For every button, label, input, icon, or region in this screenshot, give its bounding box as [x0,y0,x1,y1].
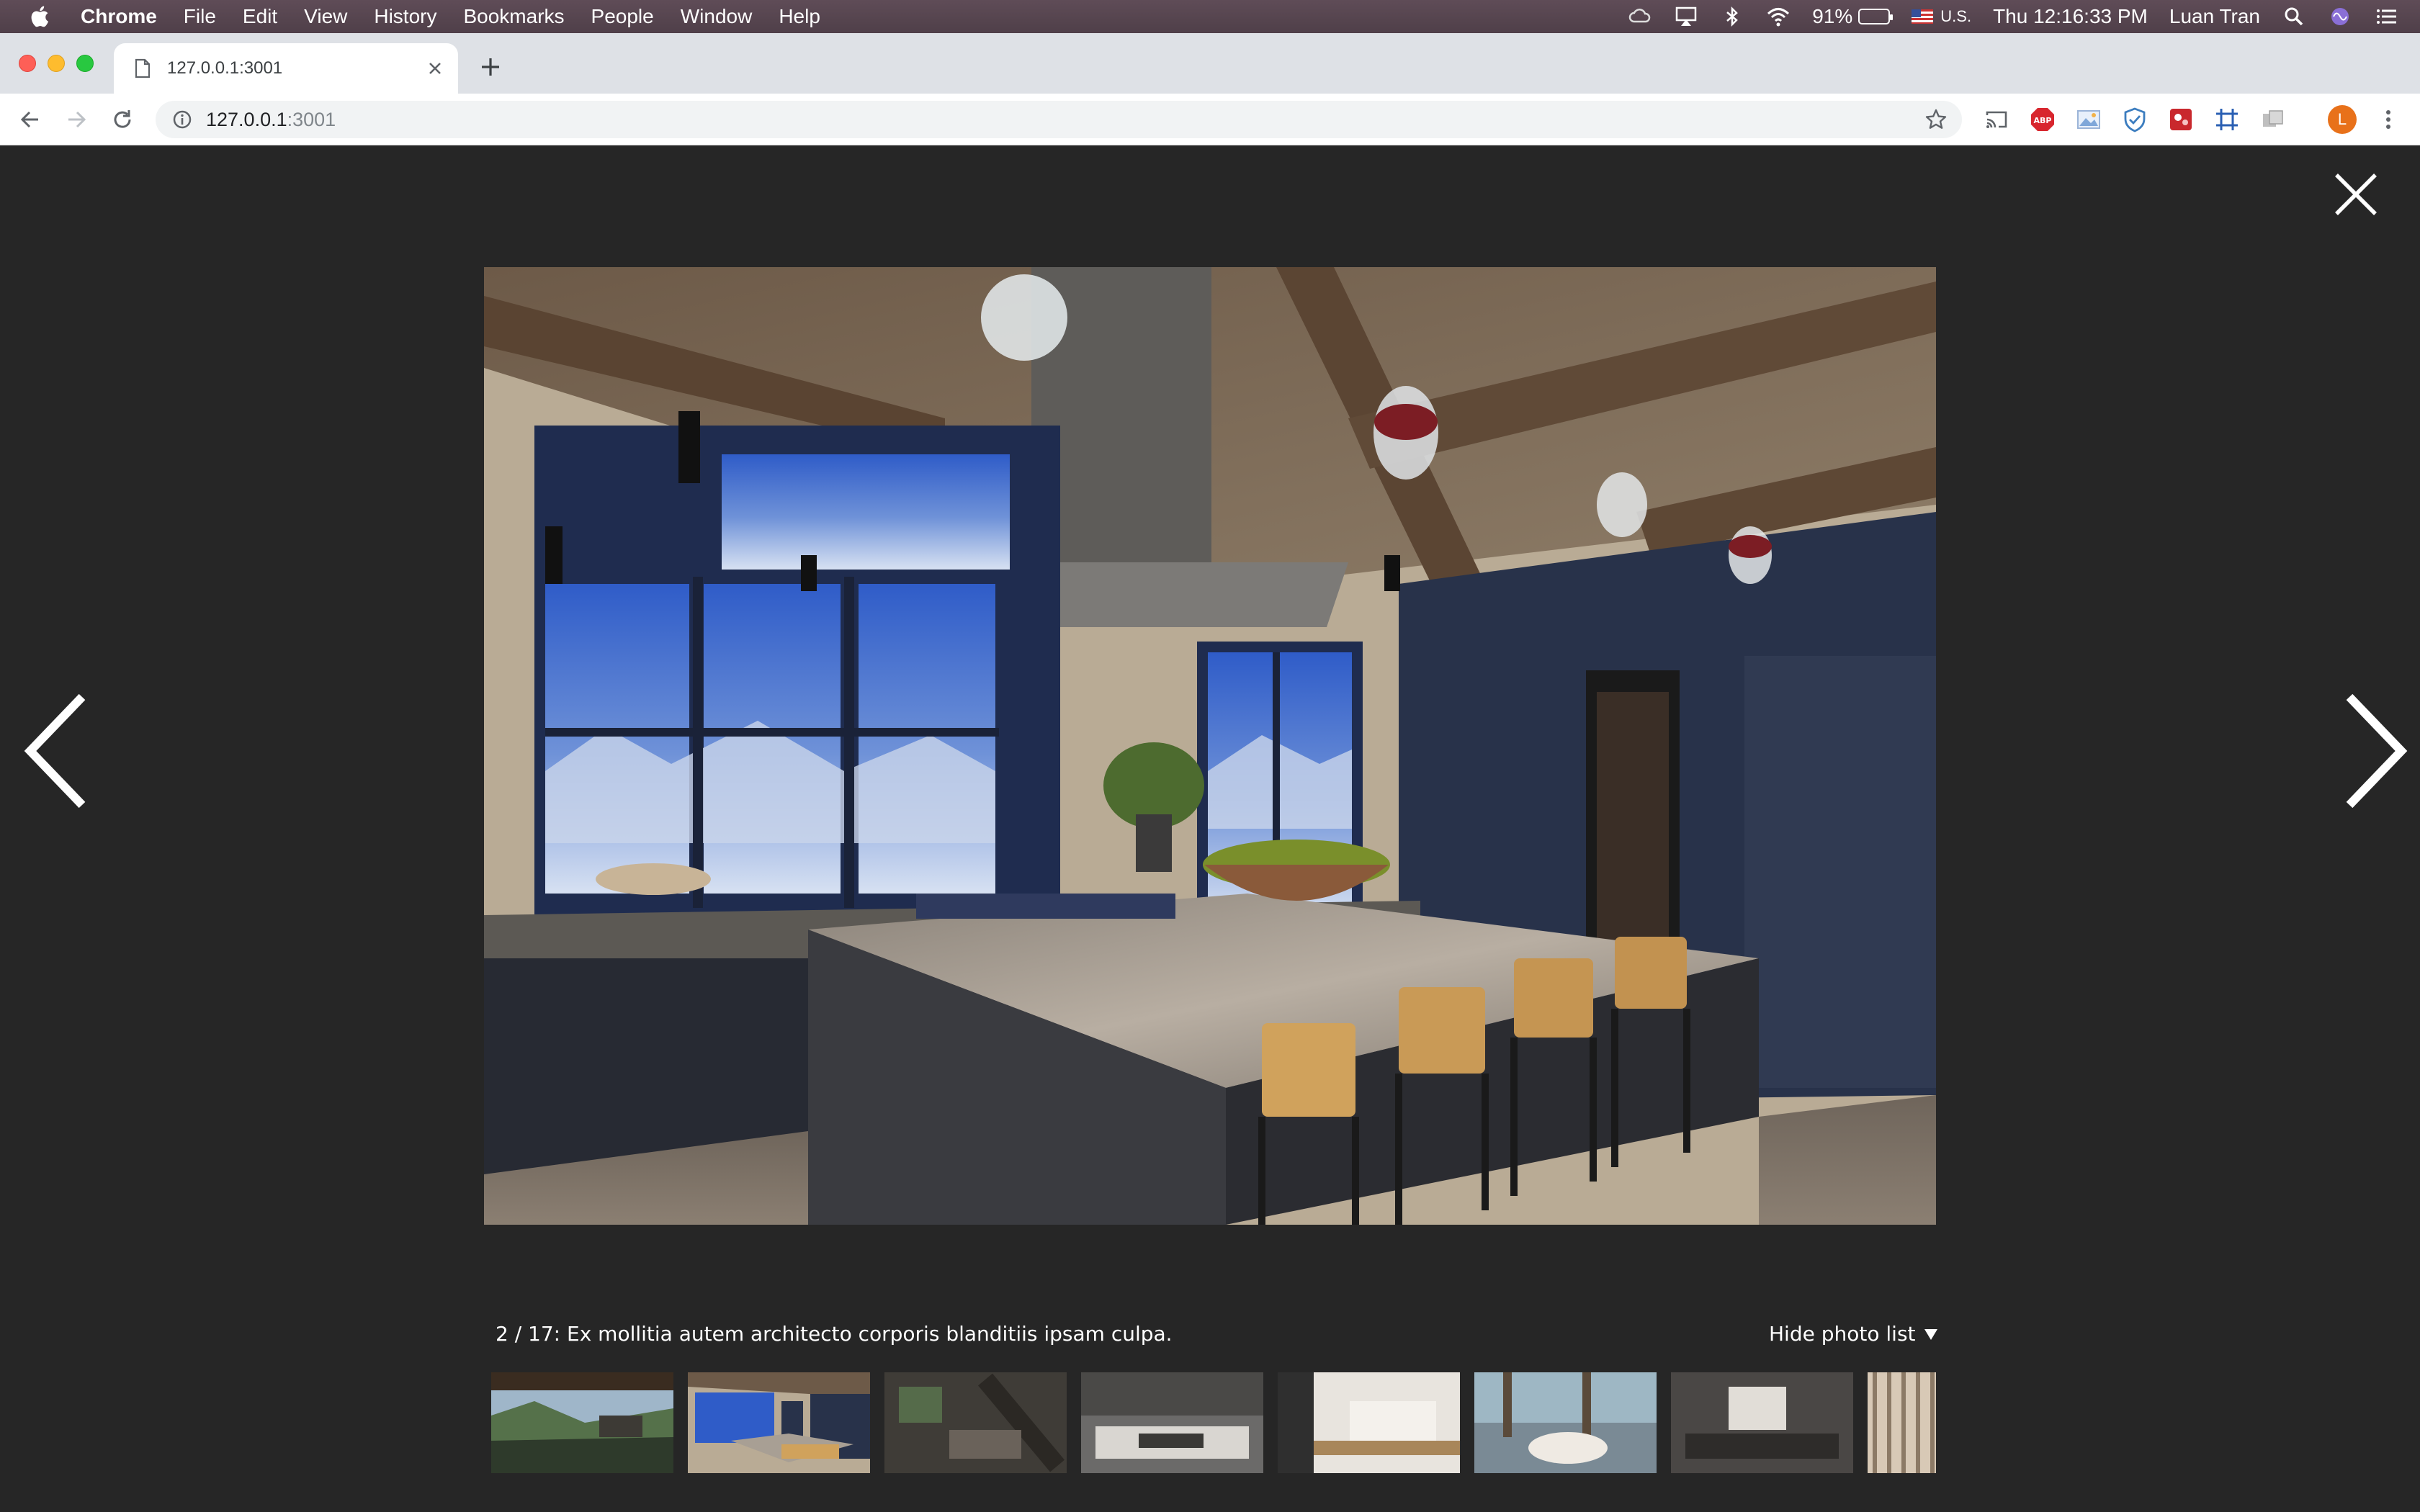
red-extension-icon[interactable] [2168,107,2194,132]
bookmark-star-icon[interactable] [1924,108,1948,131]
tab-close-icon[interactable] [425,58,445,78]
menu-window[interactable]: Window [681,5,753,28]
thumbnail-8[interactable] [1868,1372,1936,1473]
photo-lightbox: 2 / 17: Ex mollitia autem architecto cor… [0,146,2420,1512]
airplay-icon[interactable] [1674,6,1698,27]
creative-cloud-icon[interactable] [1628,6,1652,27]
profile-avatar[interactable]: L [2328,105,2357,134]
thumbnail-6[interactable] [1474,1372,1657,1473]
close-icon [2335,174,2377,215]
apple-icon[interactable] [29,4,53,29]
menu-edit[interactable]: Edit [243,5,277,28]
menu-bar-status-area: 91% U.S. Thu 12:16:33 PM Luan Tran [1628,0,2398,33]
chrome-menu-icon[interactable] [2375,107,2401,132]
menu-people[interactable]: People [591,5,654,28]
chevron-right-icon [2346,693,2408,809]
battery-percent: 91% [1812,5,1853,27]
menu-bar-left: Chrome File Edit View History Bookmarks … [0,0,847,33]
menu-app-name[interactable]: Chrome [81,5,157,28]
menu-history[interactable]: History [374,5,436,28]
previous-photo-button[interactable] [22,690,94,812]
new-tab-button[interactable] [478,55,503,79]
bluetooth-icon[interactable] [1720,6,1744,27]
menu-view[interactable]: View [304,5,347,28]
menu-bar-clock[interactable]: Thu 12:16:33 PM [1993,5,2148,28]
thumbnail-5[interactable] [1278,1372,1460,1473]
url-port: :3001 [287,108,336,130]
back-button[interactable] [17,107,43,132]
battery-status[interactable]: 91% [1812,5,1894,28]
thumbnail-1[interactable] [491,1372,673,1473]
menu-help[interactable]: Help [779,5,820,28]
thumbnail-3[interactable] [884,1372,1067,1473]
spotlight-icon[interactable] [2282,6,2306,27]
site-info-icon[interactable] [171,109,193,130]
thumbnail-2[interactable] [688,1372,870,1473]
menu-bookmarks[interactable]: Bookmarks [463,5,564,28]
us-flag-icon [1912,9,1934,24]
input-source-label: U.S. [1940,7,1972,25]
page-icon [134,58,151,78]
minimize-window-button[interactable] [48,55,65,72]
menu-file[interactable]: File [184,5,216,28]
tab-title: 127.0.0.1:3001 [167,58,283,78]
cast-icon[interactable] [1984,107,2009,132]
battery-icon [1858,9,1894,24]
grid-extension-icon[interactable] [2214,107,2240,132]
wifi-icon[interactable] [1766,6,1791,27]
close-lightbox-button[interactable] [2331,169,2381,220]
photo-caption: 2 / 17: Ex mollitia autem architecto cor… [496,1322,1173,1346]
browser-tab-active[interactable]: 127.0.0.1:3001 [114,43,458,94]
close-window-button[interactable] [19,55,36,72]
notification-center-icon[interactable] [2374,6,2398,27]
image-extension-icon[interactable] [2076,107,2102,132]
input-source-menu[interactable]: U.S. [1912,7,1971,26]
photo-thumbnail-list [491,1372,1936,1473]
next-photo-button[interactable] [2338,690,2410,812]
url-host: 127.0.0.1 [206,108,287,130]
thumbnail-7[interactable] [1671,1372,1853,1473]
main-photo [484,267,1936,1225]
browser-tab-strip: 127.0.0.1:3001 [0,33,2420,94]
thumbnail-4[interactable] [1081,1372,1263,1473]
siri-icon[interactable] [2328,6,2352,27]
window-controls [19,55,94,72]
adblock-plus-icon[interactable]: ABP [2030,107,2056,132]
reload-button[interactable] [109,107,135,132]
macos-menu-bar: Chrome File Edit View History Bookmarks … [0,0,2420,33]
menu-bar-user[interactable]: Luan Tran [2169,5,2260,28]
browser-toolbar: 127.0.0.1:3001 ABP L [0,94,2420,145]
kitchen-photo-illustration [484,267,1936,1225]
chevron-left-icon [24,693,86,809]
shield-extension-icon[interactable] [2122,107,2148,132]
triangle-down-icon [1924,1328,1937,1340]
hide-photo-list-toggle[interactable]: Hide photo list [1769,1322,1939,1346]
hide-photo-list-label: Hide photo list [1769,1322,1916,1346]
forward-button[interactable] [63,107,89,132]
address-bar[interactable]: 127.0.0.1:3001 [156,101,1962,138]
gray-extension-icon[interactable] [2260,107,2286,132]
svg-text:ABP: ABP [2034,116,2052,125]
zoom-window-button[interactable] [76,55,94,72]
